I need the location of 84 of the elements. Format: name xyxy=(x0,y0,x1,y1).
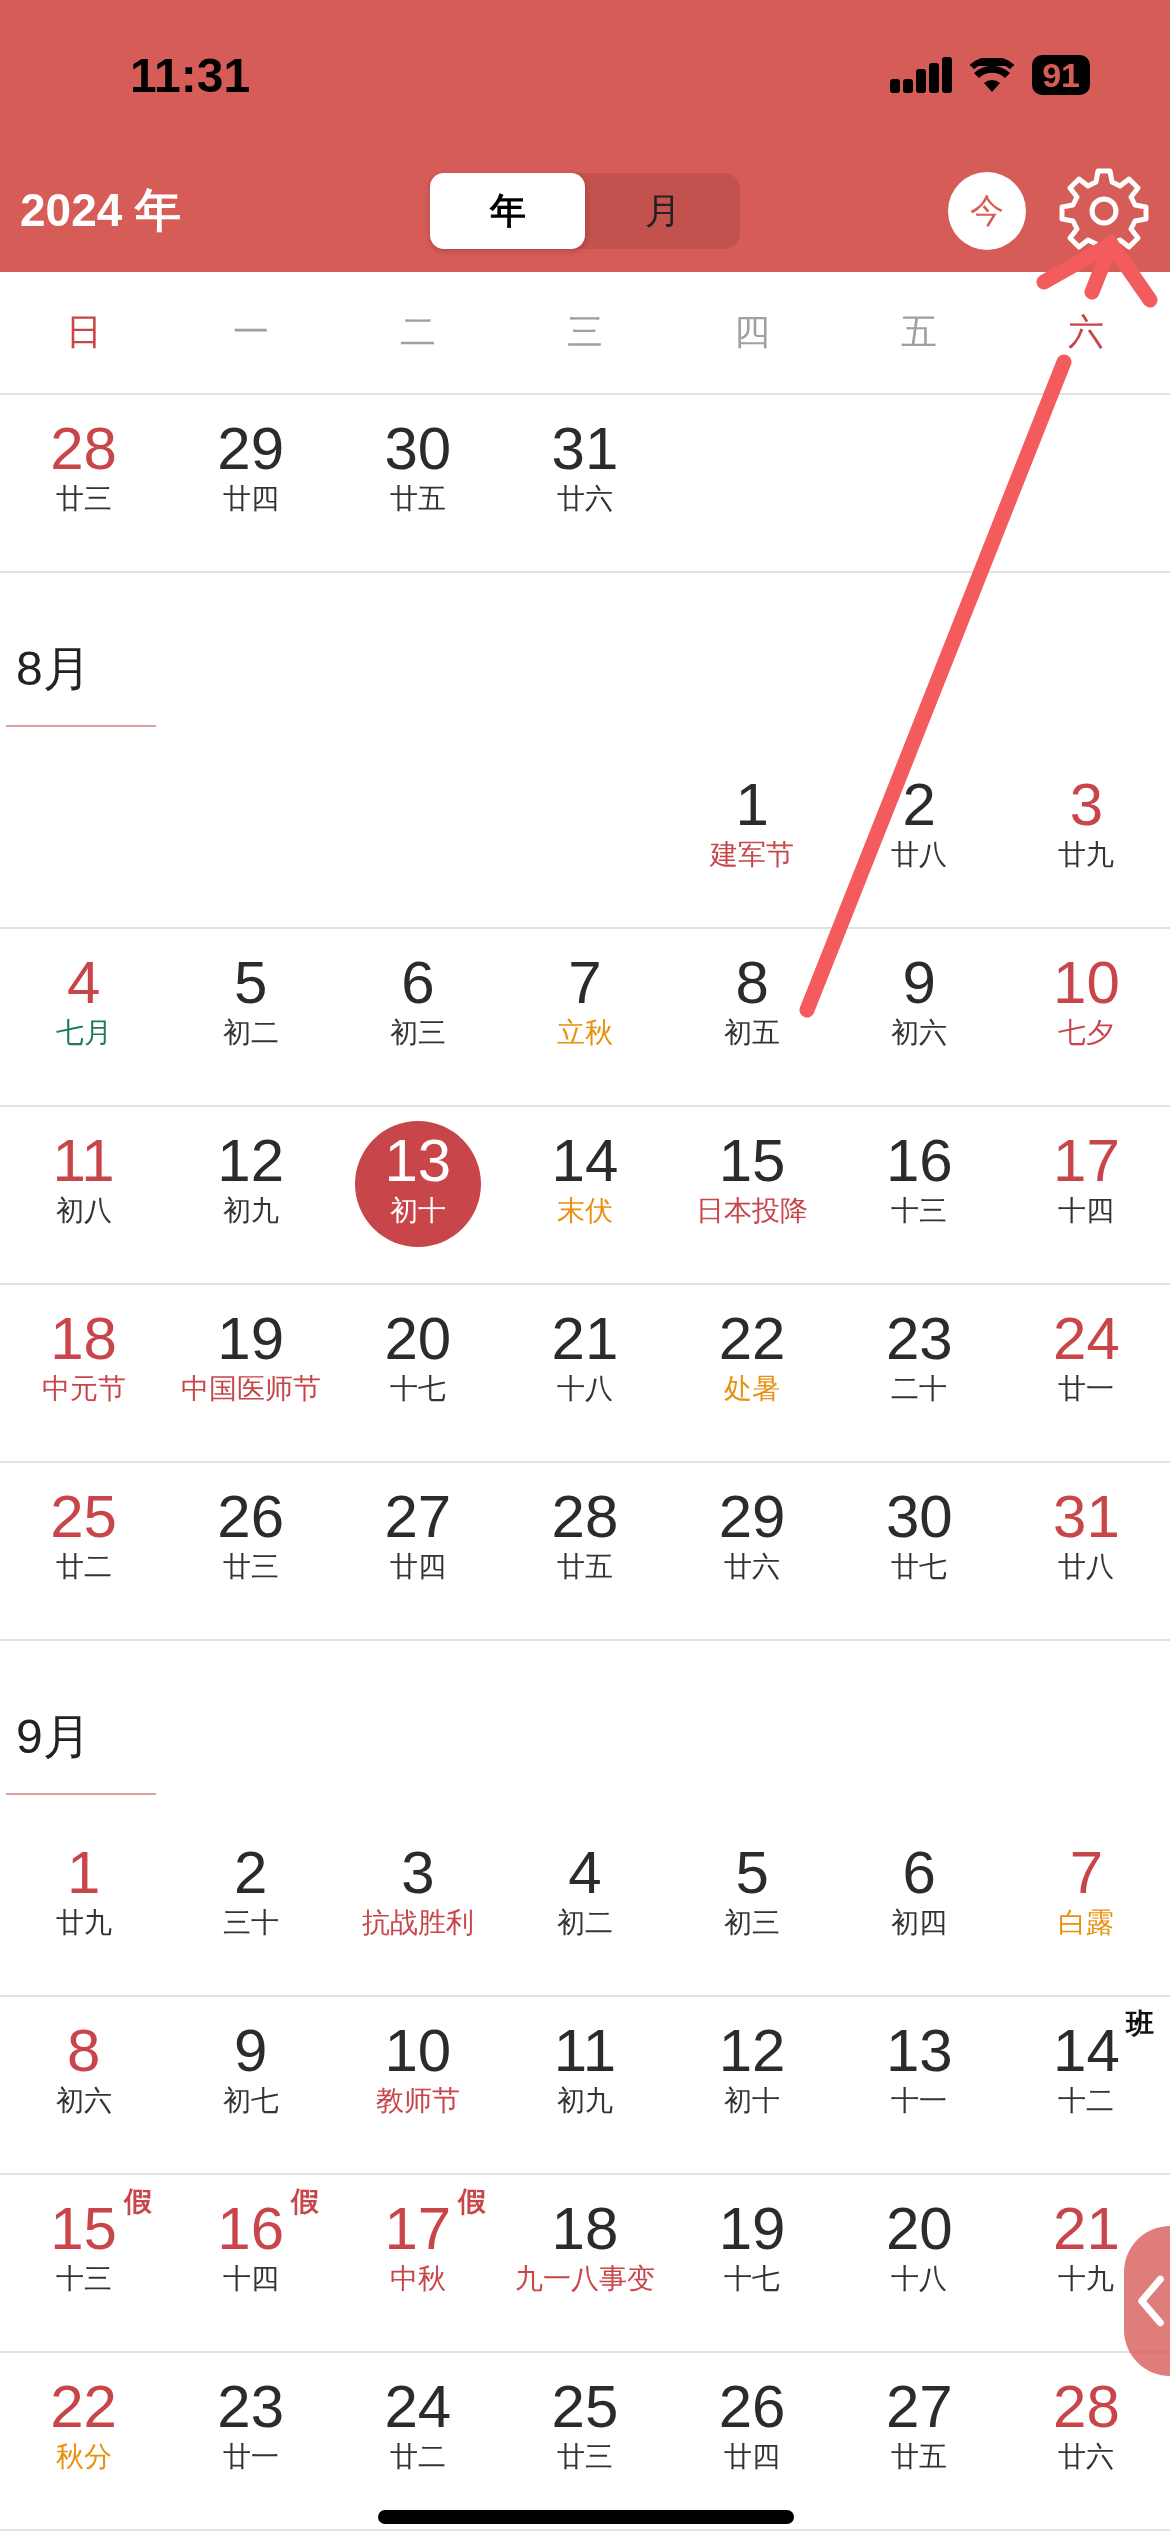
date-button[interactable]: 10 七夕 xyxy=(1051,943,1122,1069)
date-button[interactable]: 22 处暑 xyxy=(716,1299,788,1425)
date-button[interactable]: 6 初三 xyxy=(387,943,448,1069)
battery-level: 91 xyxy=(1032,55,1090,95)
date-button[interactable]: 5 初二 xyxy=(220,943,281,1069)
date-button[interactable]: 25 廿二 xyxy=(48,1477,119,1603)
date-button[interactable]: 28 廿三 xyxy=(48,409,119,535)
date-button[interactable]: 14 十二 xyxy=(1051,2011,1122,2137)
view-tab[interactable]: 年 xyxy=(430,173,585,249)
date-button[interactable]: 14 末伏 xyxy=(549,1121,621,1247)
weekday-label: 四 xyxy=(733,310,772,354)
date-button[interactable]: 22 秋分 xyxy=(48,2367,119,2493)
date-button[interactable]: 30 廿七 xyxy=(883,1477,955,1603)
date-button[interactable]: 3 廿九 xyxy=(1056,765,1117,891)
weekday-label: 五 xyxy=(900,310,939,354)
date-button[interactable]: 29 廿六 xyxy=(716,1477,788,1603)
date-button[interactable]: 28 廿五 xyxy=(549,1477,621,1603)
date-button[interactable]: 13 初十 xyxy=(354,1121,481,1247)
date-button[interactable]: 29 廿四 xyxy=(215,409,287,535)
date-button[interactable]: 20 十七 xyxy=(382,1299,454,1425)
date-button[interactable]: 6 初四 xyxy=(889,1833,950,1959)
date-button[interactable]: 4 初二 xyxy=(555,1833,615,1959)
date-button[interactable]: 2 廿八 xyxy=(889,765,950,891)
date-button[interactable]: 15 日本投降 xyxy=(694,1121,811,1247)
date-button[interactable]: 11 初九 xyxy=(551,2011,619,2137)
date-button[interactable]: 2 三十 xyxy=(220,1833,281,1959)
date-button[interactable]: 27 廿五 xyxy=(883,2367,955,2493)
weekday-label: 日 xyxy=(64,310,103,354)
date-button[interactable]: 11 初八 xyxy=(50,1121,117,1247)
date-button[interactable]: 16 十三 xyxy=(883,1121,955,1247)
date-button[interactable]: 8 初五 xyxy=(722,943,783,1069)
date-button[interactable]: 19 中国医师节 xyxy=(178,1299,323,1425)
date-button[interactable]: 7 立秋 xyxy=(555,943,615,1069)
date-button[interactable]: 8 初六 xyxy=(53,2011,114,2137)
date-button[interactable]: 13 十一 xyxy=(883,2011,955,2137)
date-button[interactable]: 1 廿九 xyxy=(53,1833,114,1959)
date-button[interactable]: 26 廿三 xyxy=(215,1477,287,1603)
day-status-label: 假 xyxy=(123,2187,152,2217)
date-button[interactable]: 16 十四 xyxy=(215,2189,287,2315)
today-button[interactable]: 今 xyxy=(948,172,1026,250)
date-button[interactable]: 17 十四 xyxy=(1051,1121,1122,1247)
status-time: 11:31 xyxy=(130,47,251,103)
date-button[interactable]: 24 廿一 xyxy=(1051,1299,1122,1425)
date-button[interactable]: 9 初六 xyxy=(889,943,950,1069)
date-button[interactable]: 7 白露 xyxy=(1056,1833,1117,1959)
weekday-label: 一 xyxy=(231,310,270,354)
date-button[interactable]: 1 建军节 xyxy=(708,765,797,891)
date-button[interactable]: 12 初九 xyxy=(215,1121,287,1247)
wifi-icon xyxy=(970,58,1015,92)
date-button[interactable]: 24 廿二 xyxy=(382,2367,454,2493)
month-label: 8月 xyxy=(15,641,92,697)
date-button[interactable]: 26 廿四 xyxy=(716,2367,788,2493)
date-button[interactable]: 19 十七 xyxy=(716,2189,788,2315)
date-button[interactable]: 23 廿一 xyxy=(215,2367,287,2493)
day-status-label: 班 xyxy=(1126,2009,1155,2039)
weekday-label: 三 xyxy=(566,310,604,354)
date-button[interactable]: 17 中秋 xyxy=(382,2189,454,2315)
month-label: 9月 xyxy=(15,1709,92,1765)
date-button[interactable]: 15 十三 xyxy=(48,2189,119,2315)
date-button[interactable]: 12 初十 xyxy=(716,2011,788,2137)
date-button[interactable]: 21 十八 xyxy=(549,1299,621,1425)
day-status-label: 假 xyxy=(290,2187,319,2217)
date-button[interactable]: 18 九一八事变 xyxy=(513,2189,657,2315)
date-button[interactable]: 9 初七 xyxy=(220,2011,281,2137)
date-button[interactable]: 4 七月 xyxy=(53,943,114,1069)
date-button[interactable]: 23 二十 xyxy=(883,1299,955,1425)
date-button[interactable]: 5 初三 xyxy=(722,1833,783,1959)
date-button[interactable]: 31 廿八 xyxy=(1051,1477,1122,1603)
date-button[interactable]: 30 廿五 xyxy=(382,409,454,535)
day-status-label: 假 xyxy=(457,2187,486,2217)
date-button[interactable]: 31 廿六 xyxy=(549,409,621,535)
weekday-label: 二 xyxy=(398,310,437,354)
year-title: 2024 年 xyxy=(20,183,183,238)
date-button[interactable]: 21 十九 xyxy=(1051,2189,1122,2315)
cellular-signal-icon xyxy=(890,57,953,93)
chevron-left-icon xyxy=(1137,2273,1165,2329)
date-button[interactable]: 25 廿三 xyxy=(549,2367,621,2493)
date-button[interactable]: 10 教师节 xyxy=(373,2011,462,2137)
weekday-label: 六 xyxy=(1067,310,1106,354)
date-button[interactable]: 3 抗战胜利 xyxy=(359,1833,476,1959)
date-button[interactable]: 27 廿四 xyxy=(382,1477,454,1603)
date-button[interactable]: 28 廿六 xyxy=(1051,2367,1122,2493)
date-button[interactable]: 18 中元节 xyxy=(39,1299,128,1425)
date-button[interactable]: 20 十八 xyxy=(883,2189,955,2315)
